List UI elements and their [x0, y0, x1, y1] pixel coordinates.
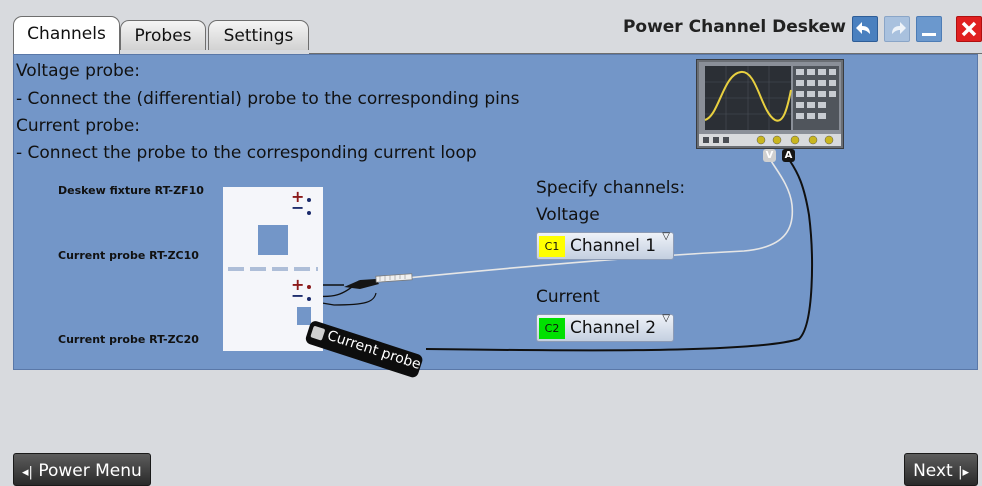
- minimize-icon: [922, 33, 936, 36]
- dropdown-caret-icon: ▽: [662, 313, 670, 324]
- voltage-channel-value: Channel 1: [570, 236, 657, 256]
- tab-settings[interactable]: Settings: [208, 20, 309, 50]
- back-step-icon: ◂|: [22, 465, 33, 480]
- undo-button[interactable]: [852, 16, 878, 42]
- upper-pin-dot-minus: [307, 211, 311, 215]
- board-separator: [228, 267, 318, 271]
- current-probe-zc20-label: Current probe RT-ZC20: [58, 333, 199, 346]
- c1-badge: C1: [539, 236, 565, 257]
- voltage-channel-select[interactable]: C1 Channel 1 ▽: [536, 231, 674, 260]
- fixture-label: Deskew fixture RT-ZF10: [58, 184, 204, 197]
- undo-arrow-icon: [856, 22, 870, 34]
- redo-button[interactable]: [884, 16, 910, 42]
- next-button[interactable]: Next |▸: [904, 453, 978, 486]
- redo-arrow-icon: [892, 22, 906, 34]
- clamp-jaw: [310, 325, 326, 341]
- current-loop-cutout-upper: [258, 225, 288, 255]
- current-channel-select[interactable]: C2 Channel 2 ▽: [536, 313, 674, 342]
- current-loop-cutout-lower: [297, 307, 311, 325]
- connector-a-badge: A: [782, 149, 795, 162]
- next-label: Next: [913, 461, 953, 481]
- voltage-label: Voltage: [536, 205, 600, 225]
- upper-pin-dot-plus: [307, 198, 311, 202]
- close-button[interactable]: [956, 16, 982, 42]
- dropdown-caret-icon: ▽: [662, 231, 670, 242]
- close-icon: [961, 21, 977, 37]
- channels-panel: Voltage probe: - Connect the (differenti…: [13, 54, 978, 379]
- current-probe-zc10-label: Current probe RT-ZC10: [58, 249, 199, 262]
- upper-pin-minus: −: [291, 198, 305, 217]
- lower-pin-dot-plus: [307, 285, 311, 289]
- deskew-fixture-board: + − + −: [223, 187, 323, 351]
- dialog-title: Power Channel Deskew: [622, 17, 846, 37]
- minimize-button[interactable]: [916, 16, 942, 42]
- current-label: Current: [536, 287, 600, 307]
- probe-cable-diagram: [306, 158, 813, 352]
- power-menu-button[interactable]: ◂| Power Menu: [13, 453, 151, 486]
- tab-probes[interactable]: Probes: [120, 20, 206, 50]
- lower-pin-minus: −: [291, 286, 305, 305]
- tab-channels[interactable]: Channels: [13, 16, 120, 54]
- c2-badge: C2: [539, 318, 565, 339]
- specify-channels-heading: Specify channels:: [536, 178, 686, 198]
- power-menu-label: Power Menu: [38, 461, 142, 481]
- lower-pin-dot-minus: [307, 297, 311, 301]
- connector-v-badge: V: [763, 149, 776, 162]
- next-step-icon: |▸: [958, 465, 969, 480]
- tab-bar: Channels Probes Settings Power Channel D…: [0, 0, 982, 54]
- current-channel-value: Channel 2: [570, 318, 657, 338]
